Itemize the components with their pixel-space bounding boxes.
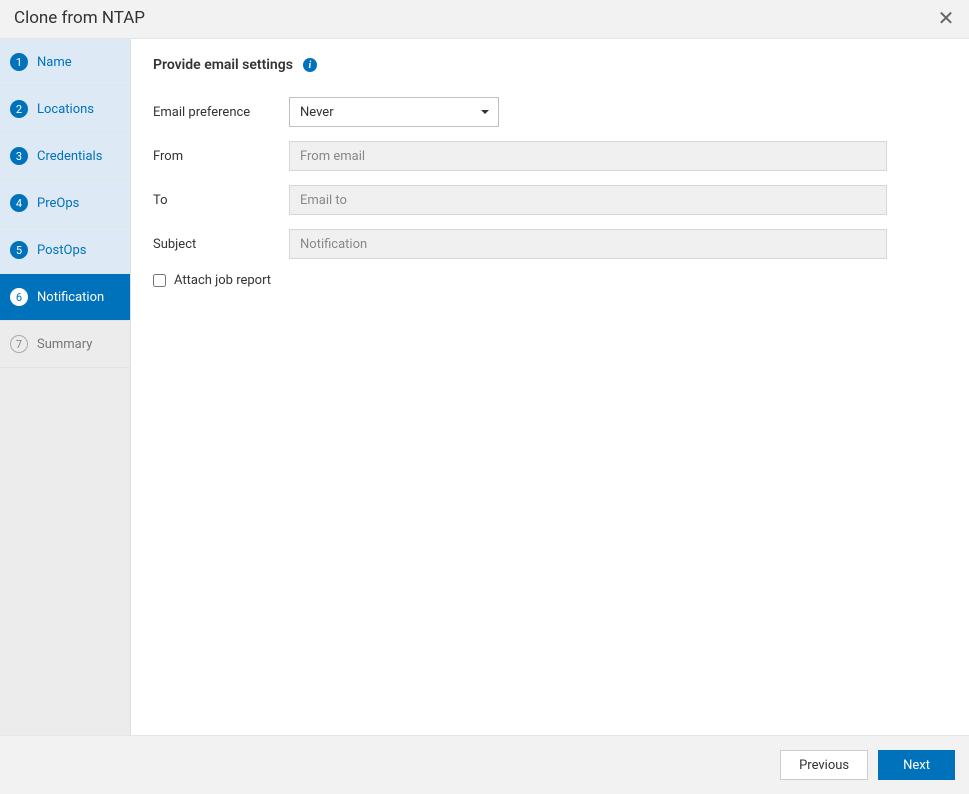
close-icon[interactable]: ✕ xyxy=(937,9,955,27)
step-number: 7 xyxy=(10,335,28,353)
sidebar-item-postops[interactable]: 5 PostOps xyxy=(0,227,130,274)
previous-button[interactable]: Previous xyxy=(780,750,868,780)
step-label: PostOps xyxy=(37,243,86,258)
step-number: 5 xyxy=(10,241,28,259)
to-input[interactable] xyxy=(289,185,887,215)
next-button[interactable]: Next xyxy=(878,750,955,780)
row-subject: Subject xyxy=(153,229,947,259)
row-to: To xyxy=(153,185,947,215)
label-subject: Subject xyxy=(153,237,289,252)
content-panel: Provide email settings i Email preferenc… xyxy=(131,39,969,735)
step-label: PreOps xyxy=(37,196,79,211)
step-number: 1 xyxy=(10,53,28,71)
label-email-preference: Email preference xyxy=(153,105,289,120)
from-input[interactable] xyxy=(289,141,887,171)
step-number: 4 xyxy=(10,194,28,212)
step-label: Summary xyxy=(37,337,92,352)
sidebar-item-preops[interactable]: 4 PreOps xyxy=(0,180,130,227)
footer: Previous Next xyxy=(0,735,969,794)
attach-job-report-label: Attach job report xyxy=(174,273,271,288)
section-heading: Provide email settings xyxy=(153,57,293,73)
dialog-body: 1 Name 2 Locations 3 Credentials 4 PreOp… xyxy=(0,39,969,735)
dialog-title: Clone from NTAP xyxy=(14,8,145,28)
step-number: 3 xyxy=(10,147,28,165)
titlebar: Clone from NTAP ✕ xyxy=(0,0,969,39)
sidebar-item-credentials[interactable]: 3 Credentials xyxy=(0,133,130,180)
section-heading-row: Provide email settings i xyxy=(153,57,947,73)
attach-job-report-checkbox[interactable] xyxy=(153,274,166,287)
label-from: From xyxy=(153,149,289,164)
sidebar-item-notification[interactable]: 6 Notification xyxy=(0,274,130,321)
email-preference-select-wrap: Never xyxy=(289,97,499,127)
wizard-sidebar: 1 Name 2 Locations 3 Credentials 4 PreOp… xyxy=(0,39,131,735)
clone-dialog: Clone from NTAP ✕ 1 Name 2 Locations 3 C… xyxy=(0,0,969,794)
sidebar-item-summary[interactable]: 7 Summary xyxy=(0,321,130,368)
sidebar-item-locations[interactable]: 2 Locations xyxy=(0,86,130,133)
step-number: 6 xyxy=(10,288,28,306)
step-label: Name xyxy=(37,55,72,70)
row-attach-job-report: Attach job report xyxy=(153,273,947,288)
email-preference-select[interactable]: Never xyxy=(289,97,499,127)
step-label: Notification xyxy=(37,290,104,305)
label-to: To xyxy=(153,193,289,208)
info-icon[interactable]: i xyxy=(303,58,317,72)
step-number: 2 xyxy=(10,100,28,118)
step-label: Locations xyxy=(37,102,94,117)
subject-input[interactable] xyxy=(289,229,887,259)
row-email-preference: Email preference Never xyxy=(153,97,947,127)
sidebar-item-name[interactable]: 1 Name xyxy=(0,39,130,86)
step-label: Credentials xyxy=(37,149,102,164)
row-from: From xyxy=(153,141,947,171)
